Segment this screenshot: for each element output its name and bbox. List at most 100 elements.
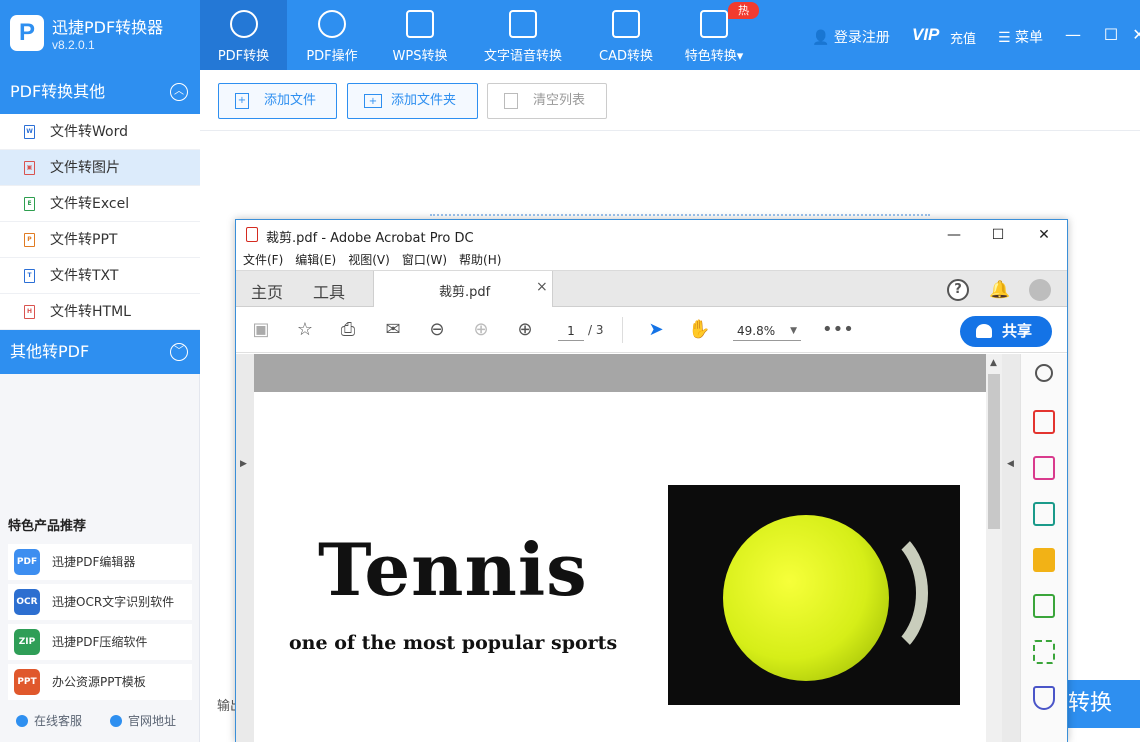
sidebar-item[interactable]: T 文件转TXT xyxy=(0,258,200,294)
promo-item[interactable]: ZIP 迅捷PDF压缩软件 xyxy=(8,624,192,660)
sidebar-item-label: 文件转HTML xyxy=(50,304,131,320)
trash-icon xyxy=(504,93,518,109)
acrobat-minimize-button[interactable]: — xyxy=(944,225,964,245)
left-panel-toggle-icon[interactable]: ▶ xyxy=(240,459,247,469)
tab-tools[interactable]: 工具 xyxy=(313,279,345,303)
compress-icon[interactable] xyxy=(1033,594,1055,618)
pointer-icon[interactable]: ➤ xyxy=(645,319,667,341)
menu-file[interactable]: 文件(F) xyxy=(243,253,283,267)
maximize-button[interactable]: ☐ xyxy=(1100,22,1122,48)
page-gap xyxy=(254,354,986,392)
page-number-input[interactable]: 1 xyxy=(558,321,584,341)
export-pdf-icon[interactable] xyxy=(1033,502,1055,526)
promo-item[interactable]: PPT 办公资源PPT模板 xyxy=(8,664,192,700)
login-label: 登录注册 xyxy=(833,30,890,46)
app-version: v8.2.0.1 xyxy=(52,38,95,52)
scrollbar-thumb[interactable] xyxy=(988,374,1000,529)
promo-item[interactable]: OCR 迅捷OCR文字识别软件 xyxy=(8,584,192,620)
protect-icon[interactable] xyxy=(1033,686,1055,710)
bell-icon[interactable]: 🔔 xyxy=(989,280,1010,300)
cad-icon xyxy=(612,10,640,38)
menu-edit[interactable]: 编辑(E) xyxy=(295,253,336,267)
add-folder-label: 添加文件夹 xyxy=(391,93,457,108)
print-icon[interactable]: ⎙ xyxy=(337,319,359,341)
menu-help[interactable]: 帮助(H) xyxy=(459,253,501,267)
acrobat-maximize-button[interactable]: ☐ xyxy=(988,225,1008,245)
clear-list-button[interactable]: 清空列表 xyxy=(487,83,607,119)
right-panel-toggle-icon[interactable]: ◀ xyxy=(1007,459,1014,469)
file-icon: E xyxy=(24,197,35,211)
acrobat-close-button[interactable]: ✕ xyxy=(1034,225,1054,245)
convert-button[interactable]: 转换 xyxy=(1060,680,1140,728)
menu-button[interactable]: ☰ 菜单 xyxy=(998,27,1043,47)
next-page-icon[interactable]: ⊕ xyxy=(514,319,536,341)
create-pdf-icon[interactable] xyxy=(1033,410,1055,434)
nav-pdf-convert[interactable]: PDF转换 xyxy=(200,0,287,70)
vertical-scrollbar[interactable]: ▲ xyxy=(986,354,1002,742)
mail-icon[interactable]: ✉ xyxy=(382,319,404,341)
menu-label: 菜单 xyxy=(1015,30,1044,46)
nav-text-speech[interactable]: 文字语音转换 xyxy=(472,0,574,70)
zoom-select[interactable]: 49.8% ▼ xyxy=(733,321,801,341)
zoom-icon[interactable] xyxy=(1035,364,1053,382)
nav-wps-convert[interactable]: WPS转换 xyxy=(378,0,462,70)
sidebar-item[interactable]: ▣ 文件转图片 xyxy=(0,150,200,186)
hand-icon[interactable]: ✋ xyxy=(688,319,710,341)
tools-pane xyxy=(1020,354,1067,742)
tab-document-label: 裁剪.pdf xyxy=(439,285,491,300)
share-button[interactable]: 共享 xyxy=(960,316,1052,347)
promo-label: 迅捷PDF编辑器 xyxy=(52,555,136,569)
nav-pdf-operate[interactable]: PDF操作 xyxy=(290,0,374,70)
tab-close-icon[interactable]: × xyxy=(536,279,548,295)
section-pdf-to-other[interactable]: PDF转换其他 ︿ xyxy=(0,70,200,114)
help-icon[interactable]: ? xyxy=(947,279,969,301)
tab-home[interactable]: 主页 xyxy=(251,279,283,303)
organize-pages-icon[interactable] xyxy=(1033,456,1055,480)
online-service-link[interactable]: 在线客服 xyxy=(16,712,82,729)
crop-icon[interactable] xyxy=(1033,640,1055,664)
document-subtitle: one of the most popular sports xyxy=(289,632,618,654)
chevron-up-icon: ︿ xyxy=(170,83,188,101)
app-name: 迅捷PDF转换器 xyxy=(52,18,164,37)
tab-document[interactable]: 裁剪.pdf × xyxy=(373,271,553,307)
sidebar-item[interactable]: H 文件转HTML xyxy=(0,294,200,330)
file-icon: W xyxy=(24,125,35,139)
acrobat-toolbar: ▣ ☆ ⎙ ✉ ⊖ ⊕ ⊕ 1 / 3 ➤ ✋ 49.8% ▼ ••• 共享 xyxy=(236,307,1067,353)
vip-logo[interactable]: VIP xyxy=(912,25,939,45)
pdf-page: Tennis one of the most popular sports xyxy=(254,392,986,742)
add-file-button[interactable]: + 添加文件 xyxy=(218,83,337,119)
nav-label: PDF转换 xyxy=(217,49,270,64)
file-icon: T xyxy=(24,269,35,283)
sidebar-item-label: 文件转Word xyxy=(50,124,128,140)
scroll-up-icon[interactable]: ▲ xyxy=(990,358,997,368)
zoom-out-icon[interactable]: ⊖ xyxy=(426,319,448,341)
menu-view[interactable]: 视图(V) xyxy=(348,253,390,267)
add-folder-button[interactable]: + 添加文件夹 xyxy=(347,83,478,119)
save-icon[interactable]: ▣ xyxy=(250,319,272,341)
prev-page-icon[interactable]: ⊕ xyxy=(470,319,492,341)
website-link[interactable]: 官网地址 xyxy=(110,712,176,729)
menu-window[interactable]: 窗口(W) xyxy=(402,253,447,267)
more-icon[interactable]: ••• xyxy=(822,319,854,341)
star-icon[interactable]: ☆ xyxy=(294,319,316,341)
nav-cad-convert[interactable]: CAD转换 xyxy=(585,0,667,70)
file-icon: H xyxy=(24,305,35,319)
divider xyxy=(200,130,1140,131)
comment-icon[interactable] xyxy=(1033,548,1055,572)
login-button[interactable]: 👤 登录注册 xyxy=(812,27,890,47)
gear-icon xyxy=(318,10,346,38)
vip-recharge-label[interactable]: 充值 xyxy=(950,28,976,47)
sidebar-item[interactable]: P 文件转PPT xyxy=(0,222,200,258)
pdf-file-icon xyxy=(246,227,258,242)
minimize-button[interactable]: — xyxy=(1062,22,1084,48)
add-folder-icon: + xyxy=(364,94,382,108)
sidebar-item[interactable]: E 文件转Excel xyxy=(0,186,200,222)
file-icon: ▣ xyxy=(24,161,35,175)
promo-icon: ZIP xyxy=(14,629,40,655)
close-button[interactable]: ✕ xyxy=(1128,22,1140,48)
section-other-to-pdf[interactable]: 其他转PDF ﹀ xyxy=(0,330,200,374)
sidebar-item[interactable]: W 文件转Word xyxy=(0,114,200,150)
chevron-down-icon: ▼ xyxy=(790,326,797,336)
promo-item[interactable]: PDF 迅捷PDF编辑器 xyxy=(8,544,192,580)
avatar-icon[interactable] xyxy=(1029,279,1051,301)
